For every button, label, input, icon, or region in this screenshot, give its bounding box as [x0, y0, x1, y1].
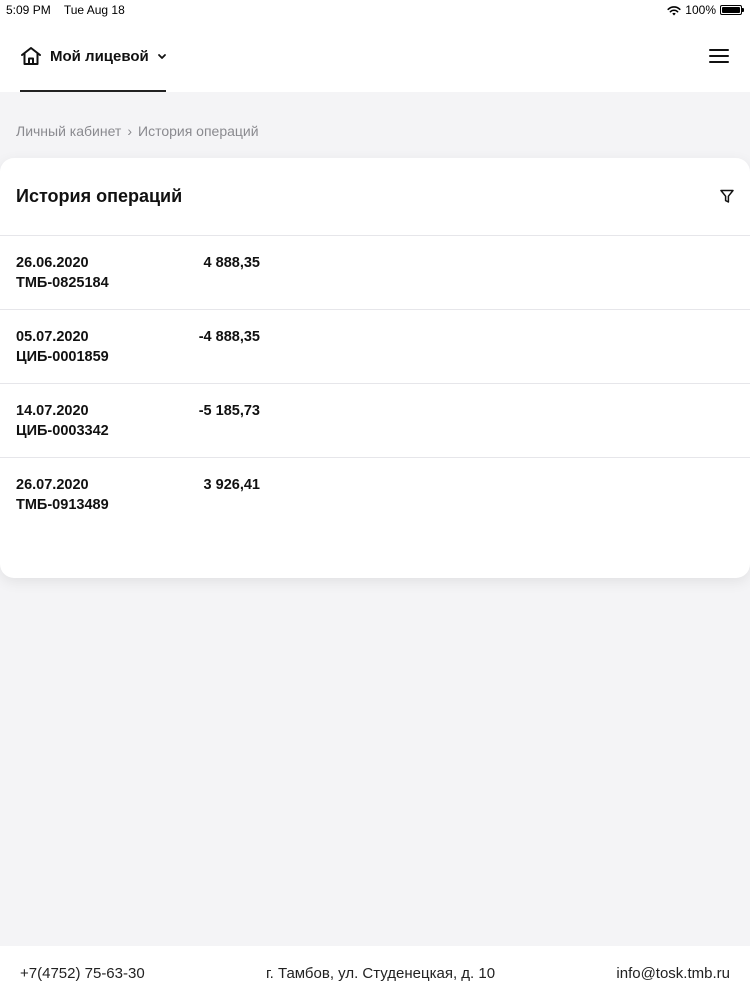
operation-amount: 4 888,35: [203, 255, 260, 271]
status-bar: 5:09 PM Tue Aug 18 100%: [0, 0, 750, 20]
operation-amount: 3 926,41: [203, 477, 260, 493]
operation-row[interactable]: 26.07.2020 ТМБ-0913489 3 926,41: [0, 458, 750, 532]
account-title: Мой лицевой: [50, 47, 149, 65]
operation-doc: ЦИБ-0003342: [16, 423, 109, 439]
breadcrumb-item-cabinet[interactable]: Личный кабинет: [16, 123, 121, 139]
status-left: 5:09 PM Tue Aug 18: [6, 3, 135, 17]
battery-fill: [722, 7, 740, 13]
hamburger-menu-icon: [709, 49, 729, 63]
operation-amount: -5 185,73: [198, 403, 260, 419]
footer-phone-link[interactable]: +7(4752) 75-63-30: [20, 965, 145, 982]
app-header: Мой лицевой: [0, 20, 750, 92]
breadcrumb-item-current: История операций: [138, 123, 259, 139]
operation-row[interactable]: 14.07.2020 ЦИБ-0003342 -5 185,73: [0, 384, 750, 458]
chevron-down-icon: [157, 53, 167, 60]
operations-card: История операций 26.06.2020 ТМБ-0825184 …: [0, 158, 750, 578]
operation-doc: ТМБ-0825184: [16, 275, 109, 291]
filter-icon: [720, 189, 734, 203]
operation-date: 26.07.2020: [16, 477, 89, 493]
battery-percent: 100%: [685, 3, 716, 17]
card-header: История операций: [0, 158, 750, 236]
home-icon: [21, 47, 41, 65]
account-switcher[interactable]: Мой лицевой: [20, 20, 167, 92]
operation-date: 14.07.2020: [16, 403, 89, 419]
menu-button[interactable]: [708, 47, 730, 65]
status-date: Tue Aug 18: [63, 3, 125, 17]
footer: +7(4752) 75-63-30 г. Тамбов, ул. Студене…: [0, 946, 750, 1000]
filter-button[interactable]: [720, 189, 734, 204]
operation-row[interactable]: 05.07.2020 ЦИБ-0001859 -4 888,35: [0, 310, 750, 384]
footer-address: г. Тамбов, ул. Студенецкая, д. 10: [265, 964, 496, 982]
operation-row[interactable]: 26.06.2020 ТМБ-0825184 4 888,35: [0, 236, 750, 310]
status-time: 5:09 PM: [6, 3, 51, 17]
battery-icon: [720, 5, 744, 15]
operation-doc: ТМБ-0913489: [16, 497, 109, 513]
page-title: История операций: [16, 186, 183, 206]
operation-date: 05.07.2020: [16, 329, 89, 345]
breadcrumb: Личный кабинет › История операций: [16, 123, 259, 139]
wifi-icon: [667, 5, 681, 15]
breadcrumb-separator: ›: [127, 123, 132, 139]
footer-email-link[interactable]: info@tosk.tmb.ru: [616, 965, 730, 982]
status-right: 100%: [667, 3, 744, 17]
operation-doc: ЦИБ-0001859: [16, 349, 109, 365]
operation-date: 26.06.2020: [16, 255, 89, 271]
operation-amount: -4 888,35: [198, 329, 260, 345]
